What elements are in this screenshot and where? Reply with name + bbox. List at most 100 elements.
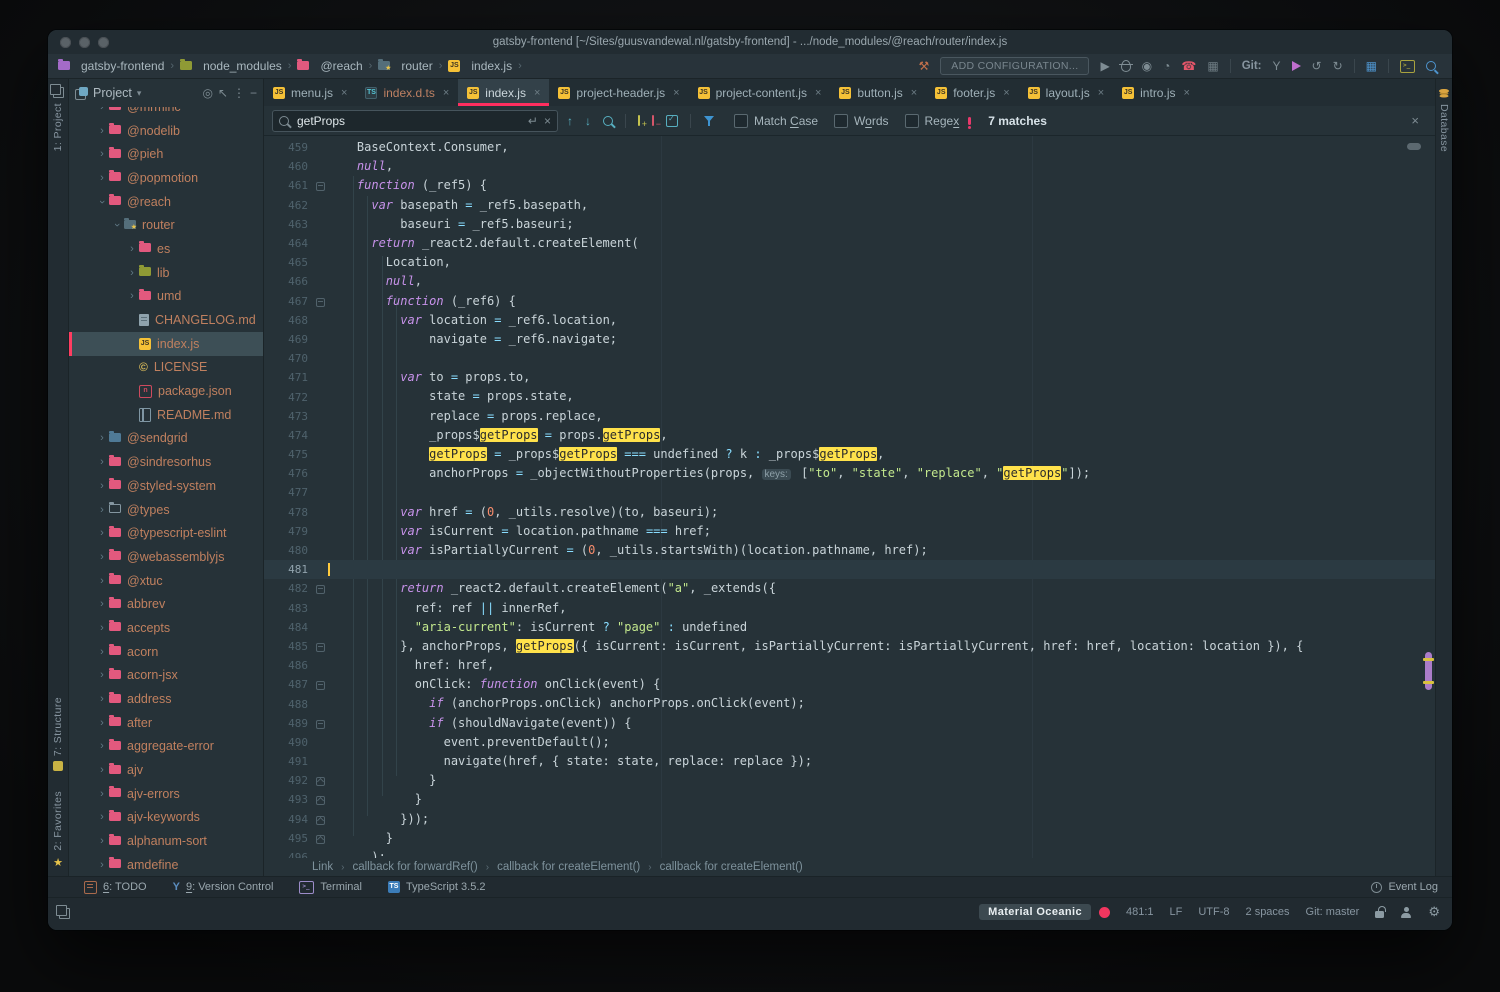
line-ending[interactable]: LF [1170,906,1183,918]
add-configuration-button[interactable]: ADD CONFIGURATION... [940,57,1089,75]
code-line-471[interactable]: 471 var to = props.to, [264,368,1435,387]
tree-item-readme-md[interactable]: README.md [69,403,263,427]
add-selection-icon[interactable] [638,115,640,126]
code-line-479[interactable]: 479 var isCurrent = location.pathname ==… [264,522,1435,541]
chevron-icon[interactable]: › [95,669,109,681]
line-number[interactable]: 493 [264,793,314,806]
toolwindow-button-ts[interactable]: TSTypeScript 3.5.2 [388,881,486,893]
tree-item--mrmlnc[interactable]: ›@mrmlnc [69,107,263,119]
chevron-icon[interactable]: › [95,148,109,160]
tab-project-header-js[interactable]: JSproject-header.js× [549,79,688,106]
tool-button-structure[interactable]: 7: Structure [48,697,68,771]
fold-marker-icon[interactable] [314,675,328,694]
hector-inspections-icon[interactable] [1400,907,1412,918]
chevron-icon[interactable]: › [95,504,109,516]
fold-marker-icon[interactable] [314,771,328,790]
code-line-490[interactable]: 490 event.preventDefault(); [264,733,1435,752]
line-number[interactable]: 491 [264,755,314,768]
code-line-491[interactable]: 491 navigate(href, { state: state, repla… [264,752,1435,771]
line-number[interactable]: 490 [264,736,314,749]
debug-icon[interactable] [1121,60,1131,72]
line-number[interactable]: 487 [264,678,314,691]
tree-item--reach[interactable]: ›@reach [69,190,263,214]
line-number[interactable]: 462 [264,199,314,212]
close-tab-icon[interactable]: × [673,87,679,99]
line-number[interactable]: 483 [264,602,314,615]
settings-gear-icon[interactable]: ⚙ [1428,904,1440,920]
tab-footer-js[interactable]: JSfooter.js× [926,79,1018,106]
chevron-icon[interactable]: › [95,859,109,871]
close-tab-icon[interactable]: × [1183,87,1189,99]
tree-item-acorn-jsx[interactable]: ›acorn-jsx [69,664,263,688]
close-tab-icon[interactable]: × [1098,87,1104,99]
code-line-484[interactable]: 484 "aria-current": isCurrent ? "page" :… [264,618,1435,637]
fold-marker-icon[interactable] [314,829,328,848]
tab-intro-js[interactable]: JSintro.js× [1113,79,1199,106]
fold-marker-icon[interactable] [314,637,328,656]
code-editor[interactable]: 459 BaseContext.Consumer,460 null,461 fu… [264,136,1435,858]
code-line-466[interactable]: 466 null, [264,272,1435,291]
search-everywhere-icon[interactable] [1426,61,1436,71]
close-tab-icon[interactable]: × [443,87,449,99]
find-option-rege-x-[interactable]: Regex [905,114,960,128]
code-line-493[interactable]: 493 } [264,790,1435,809]
fold-marker-icon[interactable] [314,579,328,598]
close-find-icon[interactable]: × [1411,113,1427,128]
chevron-icon[interactable]: › [95,598,109,610]
chevron-icon[interactable]: › [95,575,109,587]
chevron-icon[interactable]: › [95,835,109,847]
tab-index-d-ts[interactable]: TSindex.d.ts× [356,79,458,106]
tab-index-js[interactable]: JSindex.js× [458,79,549,106]
line-number[interactable]: 496 [264,851,314,858]
line-number[interactable]: 460 [264,160,314,173]
tab-layout-js[interactable]: JSlayout.js× [1019,79,1113,106]
tree-item-license[interactable]: ©LICENSE [69,356,263,380]
code-line-470[interactable]: 470 [264,349,1435,368]
search-match-marker[interactable] [1423,658,1434,661]
tool-button-database[interactable]: Database [1436,89,1452,152]
chevron-icon[interactable]: › [95,432,109,444]
select-all-matches-icon[interactable] [666,115,678,127]
git-branch[interactable]: Git: master [1306,906,1360,918]
collapse-all-icon[interactable]: ↖ [218,86,228,100]
code-line-492[interactable]: 492 } [264,771,1435,790]
checkbox-icon[interactable] [734,114,748,128]
tree-item--styled-system[interactable]: ›@styled-system [69,474,263,498]
fold-marker-icon[interactable] [314,714,328,733]
caret-position[interactable]: 481:1 [1126,906,1154,918]
tree-item--nodelib[interactable]: ›@nodelib [69,119,263,143]
tree-item-router[interactable]: ›router [69,213,263,237]
inspections-widget[interactable] [1407,143,1421,150]
code-line-460[interactable]: 460 null, [264,157,1435,176]
breadcrumb-item-index-js[interactable]: JSindex.js [448,59,512,73]
hide-panel-icon[interactable]: − [250,86,257,100]
tree-item-acorn[interactable]: ›acorn [69,640,263,664]
line-number[interactable]: 472 [264,391,314,404]
theme-color-dot[interactable] [1099,907,1110,918]
tree-item-abbrev[interactable]: ›abbrev [69,592,263,616]
code-line-485[interactable]: 485 }, anchorProps, getProps({ isCurrent… [264,637,1435,656]
line-number[interactable]: 479 [264,525,314,538]
line-number[interactable]: 467 [264,295,314,308]
chevron-icon[interactable]: › [125,267,139,279]
line-number[interactable]: 463 [264,218,314,231]
line-number[interactable]: 468 [264,314,314,327]
chevron-icon[interactable]: › [95,740,109,752]
clear-search-icon[interactable]: × [544,115,551,127]
line-number[interactable]: 470 [264,352,314,365]
line-number[interactable]: 466 [264,275,314,288]
line-number[interactable]: 494 [264,813,314,826]
line-number[interactable]: 474 [264,429,314,442]
run-with-coverage-icon[interactable]: ◉ [1142,60,1152,72]
tree-item-after[interactable]: ›after [69,711,263,735]
code-line-482[interactable]: 482 return _react2.default.createElement… [264,579,1435,598]
terminal-toolbar-icon[interactable] [1400,60,1415,73]
tree-item-umd[interactable]: ›umd [69,285,263,309]
fold-marker-icon[interactable] [314,176,328,195]
chevron-icon[interactable]: › [95,551,109,563]
chevron-icon[interactable]: › [95,107,109,113]
newline-icon[interactable]: ↵ [528,115,538,127]
toolwindow-button-terminal[interactable]: Terminal [299,881,362,894]
editor-breadcrumb-item[interactable]: callback for forwardRef() [352,861,477,873]
code-line-486[interactable]: 486 href: href, [264,656,1435,675]
